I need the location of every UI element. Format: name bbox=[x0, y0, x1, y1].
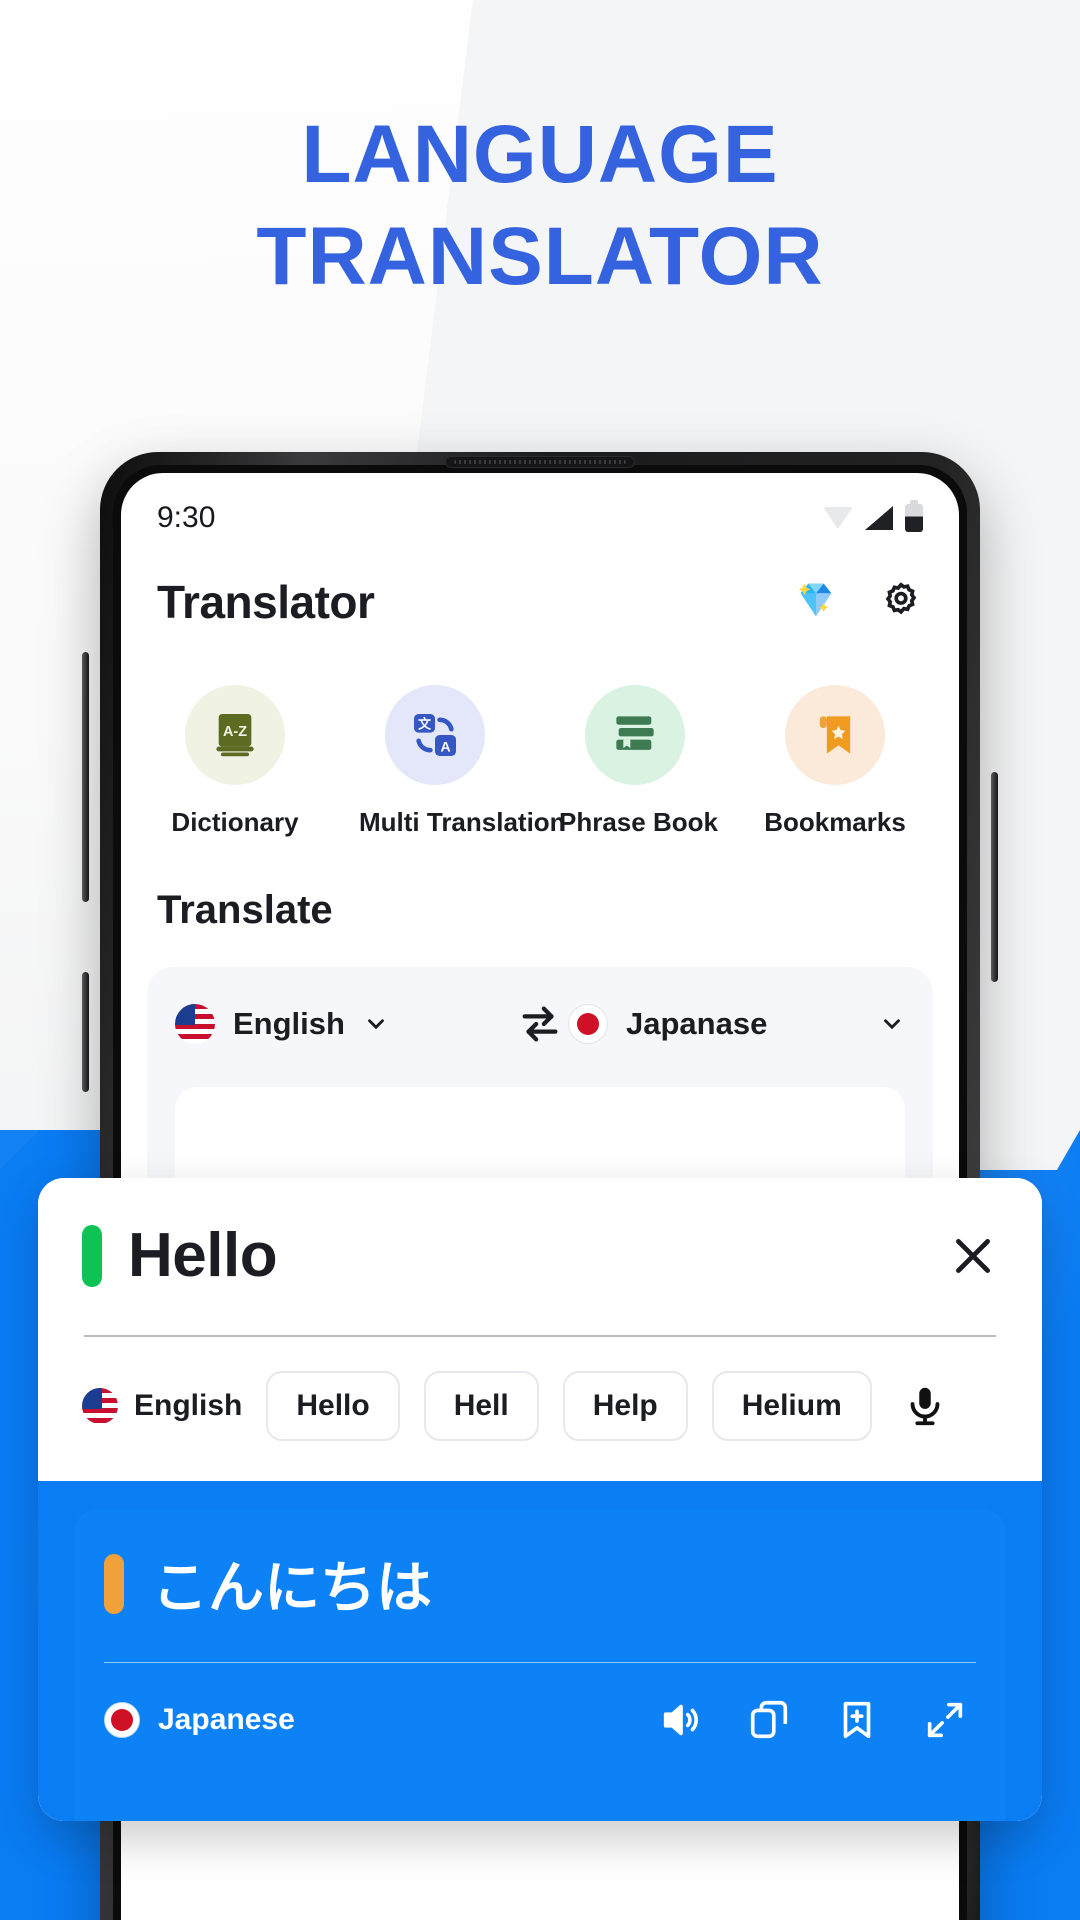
flag-jp-icon bbox=[568, 1004, 608, 1044]
promo-headline: LANGUAGE TRANSLATOR bbox=[0, 104, 1080, 307]
overlay-source-language[interactable]: English bbox=[82, 1388, 242, 1424]
swap-arrows-icon bbox=[522, 1006, 558, 1042]
earpiece-speaker bbox=[445, 456, 635, 468]
dictionary-book-icon: A-Z bbox=[185, 685, 285, 785]
translated-text: こんにちは bbox=[152, 1556, 432, 1619]
source-accent-bar bbox=[82, 1224, 102, 1287]
multi-translation-icon: 文 A bbox=[385, 685, 485, 785]
bookmark-star-icon bbox=[785, 685, 885, 785]
target-language-picker[interactable]: Japanase bbox=[568, 1004, 905, 1044]
target-language-label: Japanase bbox=[626, 1006, 768, 1041]
translation-input-overlay: Hello English Hello Hell Help Helium こんに… bbox=[38, 1178, 1042, 1821]
flag-jp-icon bbox=[104, 1702, 140, 1738]
suggestion-chips-row: English Hello Hell Help Helium bbox=[38, 1337, 1042, 1481]
flag-us-icon bbox=[175, 1004, 215, 1044]
source-language-picker[interactable]: English bbox=[175, 1004, 512, 1044]
result-language-label: Japanese bbox=[158, 1703, 295, 1736]
overlay-source-language-label: English bbox=[134, 1389, 243, 1422]
svg-text:文: 文 bbox=[418, 716, 431, 731]
chevron-down-icon bbox=[884, 1019, 900, 1030]
language-selector-row: English Japanase bbox=[175, 1001, 905, 1047]
feature-phrase-book[interactable]: Phrase Book bbox=[559, 685, 718, 838]
status-clock: 9:30 bbox=[157, 501, 216, 534]
power-button[interactable] bbox=[991, 772, 998, 982]
phrase-book-icon bbox=[585, 685, 685, 785]
result-language: Japanese bbox=[104, 1702, 295, 1738]
feature-shortcut-row[interactable]: A-Z Dictionary 文 A Multi Translation Phr… bbox=[121, 629, 959, 838]
translation-result-panel: こんにちは Japanese bbox=[38, 1481, 1042, 1821]
expand-icon[interactable] bbox=[922, 1697, 968, 1743]
headline-line-2: TRANSLATOR bbox=[256, 210, 824, 302]
feature-label: Dictionary bbox=[171, 807, 299, 837]
app-header: Translator bbox=[121, 535, 959, 629]
feature-dictionary[interactable]: A-Z Dictionary bbox=[159, 685, 311, 838]
overlay-header: Hello bbox=[82, 1220, 998, 1291]
result-footer: Japanese bbox=[104, 1663, 976, 1743]
result-header: こんにちは bbox=[104, 1543, 976, 1624]
gem-icon[interactable] bbox=[793, 576, 839, 629]
status-bar: 9:30 bbox=[121, 473, 959, 535]
feature-multi-translation[interactable]: 文 A Multi Translation bbox=[359, 685, 566, 838]
status-icon-group bbox=[823, 500, 923, 532]
bookmark-add-icon[interactable] bbox=[834, 1697, 880, 1743]
suggestion-chip[interactable]: Hello bbox=[266, 1371, 400, 1441]
section-title-translate: Translate bbox=[157, 888, 333, 932]
suggestion-chip[interactable]: Help bbox=[562, 1371, 688, 1441]
swap-languages-button[interactable] bbox=[512, 1001, 568, 1047]
gear-icon[interactable] bbox=[879, 580, 923, 624]
battery-icon bbox=[905, 500, 923, 532]
microphone-icon[interactable] bbox=[902, 1377, 948, 1435]
flag-us-icon bbox=[82, 1388, 118, 1424]
suggestion-chip[interactable]: Helium bbox=[711, 1371, 872, 1441]
overlay-input-value[interactable]: Hello bbox=[128, 1220, 948, 1291]
chevron-down-icon bbox=[368, 1019, 384, 1030]
suggestion-chip[interactable]: Hell bbox=[423, 1371, 539, 1441]
signal-icon bbox=[865, 506, 893, 530]
overlay-top: Hello bbox=[38, 1178, 1042, 1337]
close-icon[interactable] bbox=[948, 1231, 998, 1281]
volume-up-button[interactable] bbox=[82, 652, 89, 902]
feature-label: Phrase Book bbox=[559, 807, 718, 837]
feature-label: Multi Translation bbox=[359, 807, 566, 837]
feature-bookmarks[interactable]: Bookmarks bbox=[759, 685, 911, 838]
page-title: Translator bbox=[157, 576, 375, 628]
svg-text:A: A bbox=[440, 738, 450, 754]
headline-line-1: LANGUAGE bbox=[301, 109, 779, 200]
svg-text:A-Z: A-Z bbox=[223, 724, 247, 740]
promo-screenshot: LANGUAGE TRANSLATOR 9:30 Translator A-Z … bbox=[0, 0, 1080, 1920]
volume-down-button[interactable] bbox=[82, 972, 89, 1092]
result-action-row bbox=[658, 1697, 976, 1743]
source-language-label: English bbox=[233, 1006, 345, 1041]
target-accent-bar bbox=[104, 1553, 124, 1614]
speaker-icon[interactable] bbox=[658, 1697, 704, 1743]
translation-result-card: こんにちは Japanese bbox=[74, 1509, 1006, 1821]
header-actions bbox=[793, 576, 923, 629]
copy-icon[interactable] bbox=[746, 1697, 792, 1743]
wifi-icon bbox=[823, 507, 853, 529]
feature-label: Bookmarks bbox=[764, 807, 906, 837]
